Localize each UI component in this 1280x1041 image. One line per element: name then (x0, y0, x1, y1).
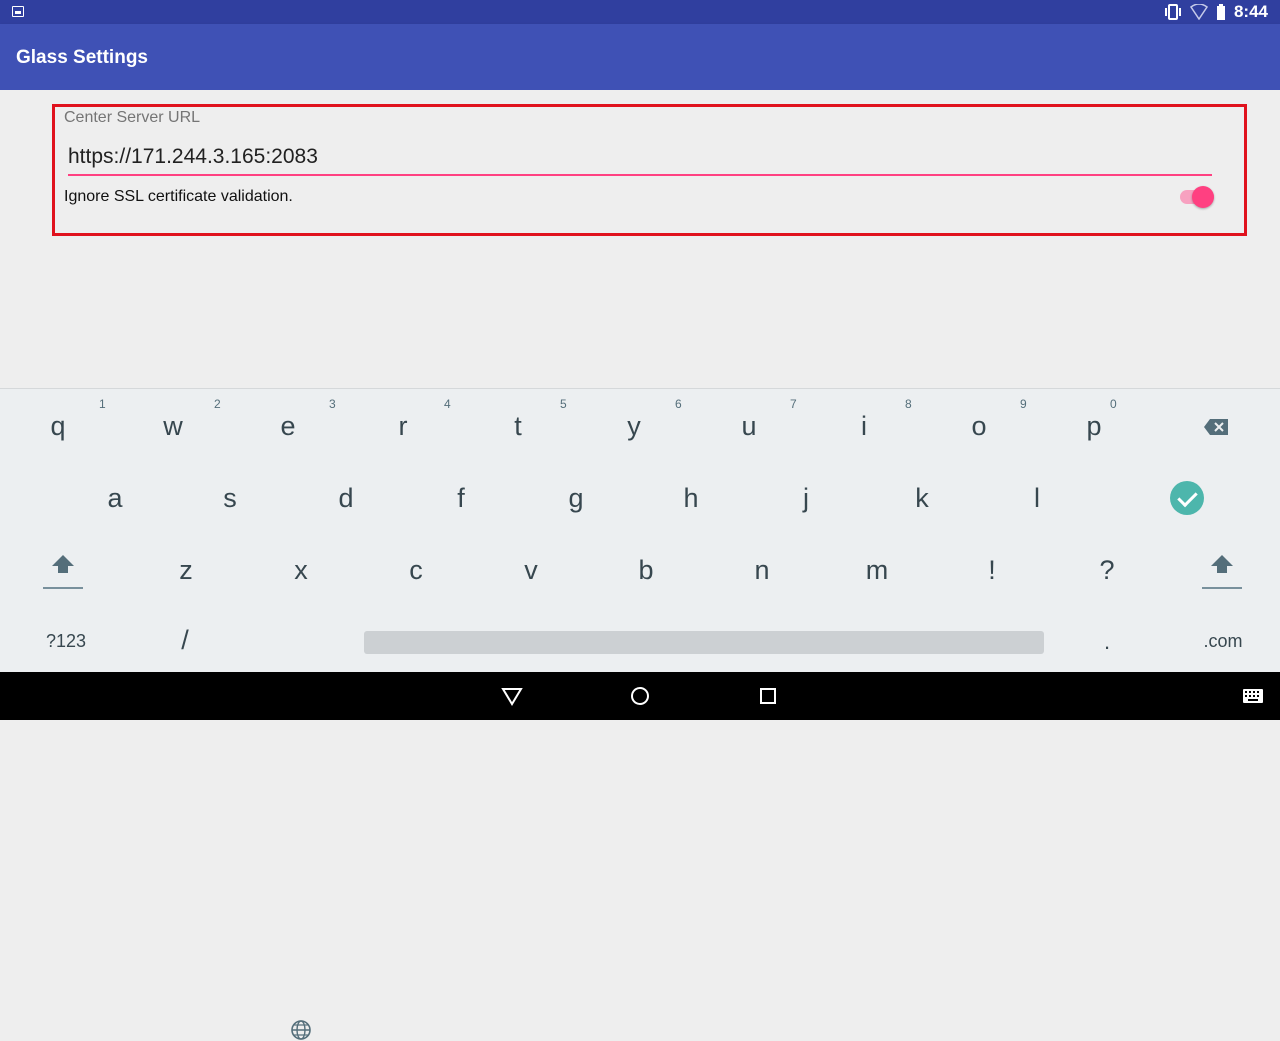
key-x[interactable]: x (271, 555, 331, 586)
backspace-icon[interactable] (1204, 419, 1228, 435)
server-url-label: Center Server URL (64, 109, 201, 126)
key-s[interactable]: s (200, 483, 260, 514)
key-r[interactable]: 3r (329, 397, 433, 442)
key-exclamation[interactable]: ! (962, 555, 1022, 586)
home-icon[interactable] (628, 684, 652, 708)
key-g[interactable]: g (546, 483, 606, 514)
key-d[interactable]: d (316, 483, 376, 514)
key-n[interactable]: n (732, 555, 792, 586)
key-a[interactable]: a (85, 483, 145, 514)
vibrate-icon (1164, 4, 1181, 20)
space-bar[interactable] (364, 631, 1044, 654)
key-slash[interactable]: / (170, 625, 200, 656)
page-title: Glass Settings (16, 47, 148, 68)
recents-icon[interactable] (756, 684, 780, 708)
key-o[interactable]: 8o (905, 397, 1009, 442)
navigation-bar (0, 672, 1280, 720)
image-notification-icon (12, 6, 24, 17)
key-b[interactable]: b (616, 555, 676, 586)
ssl-ignore-label: Ignore SSL certificate validation. (64, 188, 293, 205)
key-e[interactable]: 2e (214, 397, 318, 442)
highlight-box (52, 104, 1247, 236)
key-p[interactable]: 9p (1020, 397, 1124, 442)
server-url-input[interactable]: https://171.244.3.165:2083 (68, 145, 318, 169)
back-icon[interactable] (500, 684, 524, 708)
soft-keyboard: q 1w 2e 3r 4t 5y 6u 7i 8o 9p 0 a s d f g… (0, 388, 1280, 1040)
key-v[interactable]: v (501, 555, 561, 586)
key-c[interactable]: c (386, 555, 446, 586)
shift-left-key[interactable] (43, 549, 83, 589)
status-bar: 8:44 (0, 0, 1280, 24)
keyboard-icon[interactable] (1242, 688, 1264, 704)
ssl-ignore-toggle[interactable] (1180, 186, 1214, 208)
key-u[interactable]: 6u (675, 397, 779, 442)
server-url-underline (68, 174, 1212, 176)
key-question[interactable]: ? (1077, 555, 1137, 586)
shift-arrow-icon (1211, 555, 1233, 573)
app-bar: Glass Settings (0, 24, 1280, 90)
clock: 8:44 (1233, 2, 1268, 21)
key-f[interactable]: f (431, 483, 491, 514)
battery-icon (1216, 4, 1225, 20)
shift-underline (1202, 587, 1242, 589)
shift-right-key[interactable] (1202, 549, 1242, 589)
settings-content: Center Server URL https://171.244.3.165:… (0, 90, 1280, 387)
shift-underline (43, 587, 83, 589)
toggle-thumb (1192, 186, 1214, 208)
key-dotcom[interactable]: .com (1200, 631, 1246, 652)
shift-arrow-icon (52, 555, 74, 573)
key-q[interactable]: q (28, 411, 88, 442)
key-period[interactable]: . (1100, 629, 1114, 655)
enter-check-icon[interactable] (1170, 481, 1204, 515)
key-h[interactable]: h (661, 483, 721, 514)
key-y[interactable]: 5y (560, 397, 664, 442)
key-m[interactable]: m (847, 555, 907, 586)
key-i[interactable]: 7i (790, 397, 894, 442)
key-k[interactable]: k (892, 483, 952, 514)
wifi-icon (1189, 4, 1208, 20)
globe-icon[interactable] (290, 1019, 312, 1041)
key-w[interactable]: 1w (99, 397, 203, 442)
key-l[interactable]: l (1007, 483, 1067, 514)
key-z[interactable]: z (156, 555, 216, 586)
key-t[interactable]: 4t (444, 397, 548, 442)
key-j[interactable]: j (776, 483, 836, 514)
key-symbols[interactable]: ?123 (44, 631, 88, 652)
